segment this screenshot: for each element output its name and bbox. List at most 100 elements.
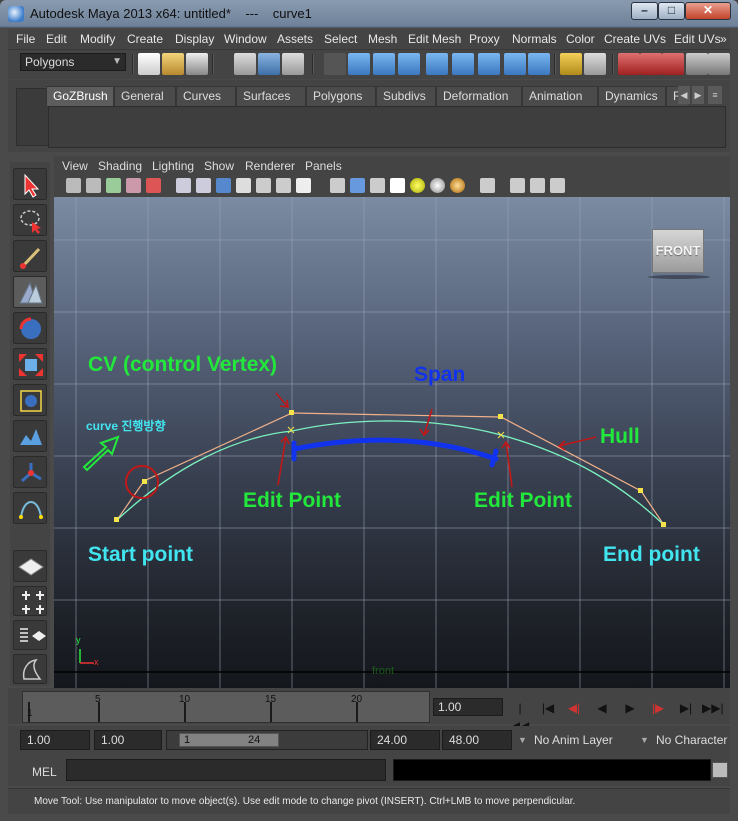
time-slider-track[interactable]: 1 5 10 15 20 [22,691,430,723]
character-set-dropdown[interactable]: ▼ No Character S [638,730,728,750]
anim-end-field[interactable]: 48.00 [442,730,512,750]
move-tool-icon[interactable] [13,276,47,308]
go-to-start-icon[interactable]: |◀◀ [510,699,530,733]
menu-select[interactable]: Select [324,32,357,46]
shelf-tab-surfaces[interactable]: Surfaces [236,86,306,106]
safe-title-icon[interactable] [550,178,565,193]
high-quality-icon[interactable] [450,178,465,193]
shelf-tab-deformation[interactable]: Deformation [436,86,522,106]
menu-normals[interactable]: Normals [512,32,557,46]
maximize-button[interactable]: □ [658,2,685,20]
make-live-icon[interactable] [708,53,730,75]
range-slider-handle[interactable]: 1 24 [179,733,279,747]
snap-to-grid-icon[interactable] [618,53,640,75]
shelf-menu-button[interactable] [16,88,50,146]
paint-select-tool-icon[interactable] [13,240,47,272]
view-cube[interactable]: FRONT [652,229,704,273]
menu-create[interactable]: Create [127,32,163,46]
menu-window[interactable]: Window [224,32,267,46]
shadows-icon[interactable] [430,178,445,193]
panel-menu-lighting[interactable]: Lighting [152,159,194,173]
lasso-tool-icon[interactable] [13,204,47,236]
script-editor-icon[interactable] [712,762,728,778]
shelf-scroll-left-icon[interactable]: ◀ [678,86,690,104]
play-forwards-icon[interactable]: ▶ [620,699,640,717]
select-surfaces-icon[interactable] [426,53,448,75]
anim-layer-dropdown[interactable]: ▼ No Anim Layer [516,730,634,750]
menu-proxy[interactable]: Proxy [469,32,500,46]
grid-toggle-icon[interactable] [276,178,291,193]
bookmarks-icon[interactable] [106,178,121,193]
shelf-tab-animation[interactable]: Animation [522,86,598,106]
select-curves-icon[interactable] [398,53,420,75]
select-by-hierarchy-icon[interactable] [234,53,256,75]
smooth-shade-icon[interactable] [196,178,211,193]
go-to-end-icon[interactable]: ▶▶| [702,699,724,717]
shelf-tab-dynamics[interactable]: Dynamics [598,86,666,106]
rotate-tool-icon[interactable] [13,312,47,344]
xray-icon[interactable] [236,178,251,193]
select-camera-icon[interactable] [66,178,81,193]
shelf-tab-curves[interactable]: Curves [176,86,236,106]
resolution-gate-icon[interactable] [480,178,495,193]
scale-tool-icon[interactable] [13,348,47,380]
step-forward-frame-icon[interactable]: |▶ [648,699,668,717]
show-manipulator-icon[interactable] [13,456,47,488]
default-material-icon[interactable] [216,178,231,193]
isolate-select-icon[interactable] [256,178,271,193]
step-back-key-icon[interactable]: |◀ [538,699,558,717]
shelf-options-icon[interactable]: ≡ [708,86,722,104]
close-button[interactable]: ✕ [685,2,731,20]
panel-menu-view[interactable]: View [62,159,88,173]
select-by-component-icon[interactable] [282,53,304,75]
panel-menu-show[interactable]: Show [204,159,234,173]
playback-end-field[interactable]: 24.00 [370,730,440,750]
select-handles-icon[interactable] [348,53,370,75]
range-slider-bar[interactable]: 1 24 [166,730,368,750]
heads-up-display-icon[interactable] [296,178,311,193]
panel-menu-panels[interactable]: Panels [305,159,342,173]
universal-manipulator-icon[interactable] [13,384,47,416]
use-all-lights-icon[interactable] [410,178,425,193]
minimize-button[interactable]: – [631,2,658,20]
save-scene-icon[interactable] [186,53,208,75]
menu-overflow[interactable]: » [720,32,727,46]
panel-menu-renderer[interactable]: Renderer [245,159,295,173]
lock-selection-icon[interactable] [560,53,582,75]
safe-action-icon[interactable] [530,178,545,193]
step-back-frame-icon[interactable]: ◀| [564,699,584,717]
image-plane-icon[interactable] [126,178,141,193]
menu-edit-uvs[interactable]: Edit UVs [674,32,721,46]
front-viewport[interactable]: FRONT CV (control Vertex) Span Hull curv… [54,197,730,688]
snap-to-view-plane-icon[interactable] [686,53,708,75]
highlight-selection-icon[interactable] [584,53,606,75]
camera-attributes-icon[interactable] [86,178,101,193]
menu-edit[interactable]: Edit [46,32,67,46]
mel-label[interactable]: MEL [32,765,57,779]
shelf-tab-subdivs[interactable]: Subdivs [376,86,436,106]
four-view-layout-icon[interactable] [13,586,47,616]
shelf-tab-general[interactable]: General [114,86,176,106]
snap-to-point-icon[interactable] [662,53,684,75]
panel-menu-shading[interactable]: Shading [98,159,142,173]
current-time-field[interactable]: 1.00 [433,698,503,716]
shaded-cube-icon[interactable] [330,178,345,193]
wireframe-icon[interactable] [176,178,191,193]
textured-cube-icon[interactable] [350,178,365,193]
menu-color[interactable]: Color [566,32,595,46]
select-dynamics-icon[interactable] [478,53,500,75]
menu-mesh[interactable]: Mesh [368,32,397,46]
soft-modification-icon[interactable] [13,420,47,452]
shelf-tab-gozbrush[interactable]: GoZBrush [46,86,114,106]
select-by-object-icon[interactable] [258,53,280,75]
menu-display[interactable]: Display [175,32,214,46]
menu-file[interactable]: File [16,32,35,46]
2d-pan-zoom-icon[interactable] [146,178,161,193]
field-chart-icon[interactable] [510,178,525,193]
menu-edit-mesh[interactable]: Edit Mesh [408,32,461,46]
menu-create-uvs[interactable]: Create UVs [604,32,666,46]
menu-modify[interactable]: Modify [80,32,115,46]
select-misc-icon[interactable] [528,53,550,75]
menu-assets[interactable]: Assets [277,32,313,46]
select-joints-icon[interactable] [373,53,395,75]
